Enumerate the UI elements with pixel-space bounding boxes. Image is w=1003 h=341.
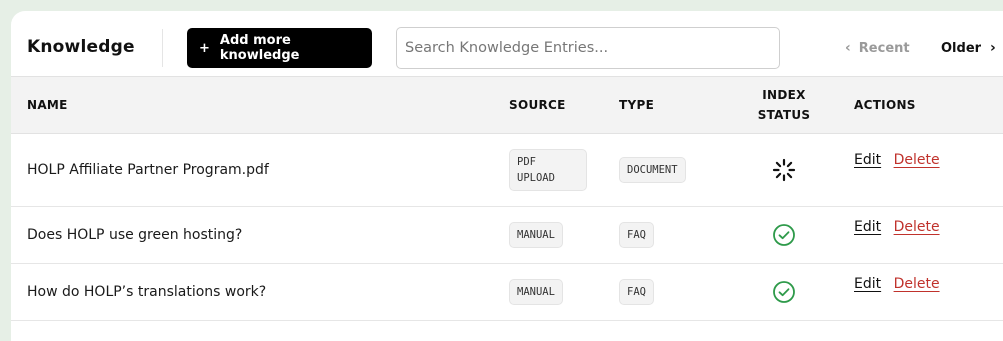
delete-link[interactable]: Delete — [894, 152, 940, 168]
actions-group: Edit Delete — [854, 152, 1003, 168]
chevron-left-icon: ‹ — [845, 40, 851, 56]
check-circle-icon — [773, 281, 795, 303]
column-header-name: NAME — [11, 76, 509, 134]
type-badge: FAQ — [619, 222, 654, 248]
header-divider — [162, 29, 163, 67]
actions-group: Edit Delete — [854, 219, 1003, 235]
loading-spinner-icon — [772, 158, 796, 182]
type-cell: DOCUMENT — [619, 133, 726, 207]
status-cell — [726, 133, 854, 207]
actions-cell: Edit Delete — [854, 263, 1003, 321]
chevron-right-icon: › — [990, 40, 996, 56]
source-badge: MANUAL — [509, 279, 563, 305]
source-badge: PDF UPLOAD — [509, 149, 587, 191]
source-badge-line1: PDF — [517, 156, 536, 168]
column-header-source: SOURCE — [509, 76, 619, 134]
entry-name: How do HOLP’s translations work? — [11, 263, 509, 321]
table-row: How do HOLP’s translations work? MANUAL … — [11, 263, 1003, 321]
pager-older-label: Older — [941, 40, 982, 56]
type-cell: FAQ — [619, 263, 726, 321]
entry-name: HOLP Affiliate Partner Program.pdf — [11, 133, 509, 207]
column-header-index-line: INDEX — [762, 88, 806, 102]
search-input[interactable] — [396, 27, 780, 69]
status-cell — [726, 206, 854, 264]
source-badge-line2: UPLOAD — [517, 172, 555, 184]
pager-older-button[interactable]: Older › — [941, 40, 996, 56]
column-header-actions: ACTIONS — [854, 76, 1003, 134]
panel-header: Knowledge + Add more knowledge ‹ Recent … — [11, 11, 1003, 76]
type-badge: FAQ — [619, 279, 654, 305]
column-header-status-line: STATUS — [757, 108, 811, 122]
page-title: Knowledge — [27, 37, 135, 57]
table-header-row: NAME SOURCE TYPE INDEX STATUS ACTIONS — [11, 76, 1003, 134]
pager-recent-button[interactable]: ‹ Recent — [845, 40, 910, 56]
source-cell: PDF UPLOAD — [509, 133, 619, 207]
add-knowledge-button[interactable]: + Add more knowledge — [187, 28, 372, 68]
actions-group: Edit Delete — [854, 276, 1003, 292]
source-cell: MANUAL — [509, 206, 619, 264]
table-row: Does HOLP use green hosting? MANUAL FAQ … — [11, 206, 1003, 264]
knowledge-panel: Knowledge + Add more knowledge ‹ Recent … — [11, 11, 1003, 341]
source-cell: MANUAL — [509, 263, 619, 321]
column-header-type: TYPE — [619, 76, 726, 134]
knowledge-table: NAME SOURCE TYPE INDEX STATUS ACTIONS HO… — [11, 76, 1003, 321]
add-knowledge-label: Add more knowledge — [219, 33, 300, 63]
column-header-index-status: INDEX STATUS — [726, 76, 854, 134]
actions-cell: Edit Delete — [854, 206, 1003, 264]
check-circle-icon — [773, 224, 795, 246]
delete-link[interactable]: Delete — [894, 219, 940, 235]
type-badge: DOCUMENT — [619, 157, 686, 183]
table-row: HOLP Affiliate Partner Program.pdf PDF U… — [11, 133, 1003, 207]
type-cell: FAQ — [619, 206, 726, 264]
entry-name: Does HOLP use green hosting? — [11, 206, 509, 264]
source-badge: MANUAL — [509, 222, 563, 248]
edit-link[interactable]: Edit — [854, 276, 881, 292]
status-cell — [726, 263, 854, 321]
delete-link[interactable]: Delete — [894, 276, 940, 292]
plus-icon: + — [199, 40, 210, 56]
edit-link[interactable]: Edit — [854, 152, 881, 168]
pager-recent-label: Recent — [858, 40, 910, 56]
actions-cell: Edit Delete — [854, 133, 1003, 207]
edit-link[interactable]: Edit — [854, 219, 881, 235]
